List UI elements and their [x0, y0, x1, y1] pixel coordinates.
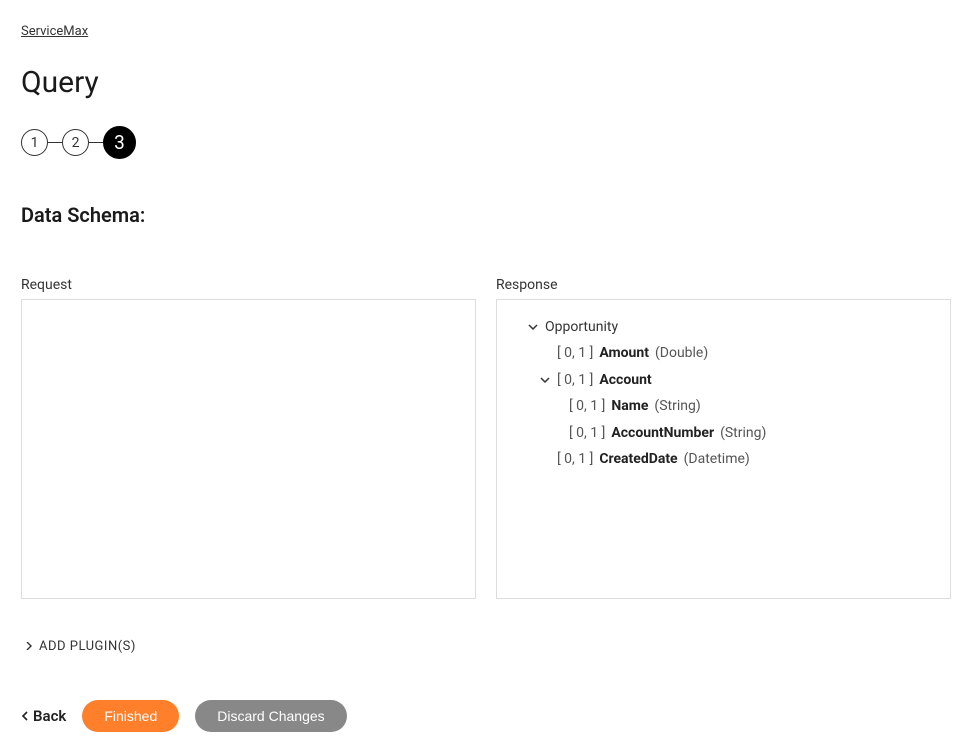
step-1[interactable]: 1 [21, 129, 48, 156]
step-3[interactable]: 3 [103, 126, 136, 159]
field-type: (Double) [655, 342, 708, 364]
field-name: Name [611, 395, 648, 417]
response-label: Response [496, 277, 951, 293]
tree-label: Opportunity [545, 316, 618, 338]
cardinality: [ 0, 1 ] [557, 448, 593, 470]
wizard-steps: 1 2 3 [21, 126, 951, 159]
request-box[interactable] [21, 299, 476, 599]
field-type: (Datetime) [684, 448, 750, 470]
tree-node-amount[interactable]: [ 0, 1 ] Amount (Double) [511, 340, 936, 366]
cardinality: [ 0, 1 ] [569, 422, 605, 444]
response-tree: Opportunity [ 0, 1 ] Amount (Double) [ 0… [511, 314, 936, 472]
back-label: Back [33, 707, 66, 725]
finished-button[interactable]: Finished [82, 700, 179, 732]
response-column: Response Opportunity [ 0, 1 ] Amount (Do… [496, 277, 951, 599]
footer-actions: Back Finished Discard Changes [21, 700, 951, 732]
field-type: (String) [654, 395, 700, 417]
tree-node-account-name[interactable]: [ 0, 1 ] Name (String) [511, 393, 936, 419]
request-label: Request [21, 277, 476, 293]
section-title-data-schema: Data Schema: [21, 203, 951, 227]
tree-node-account[interactable]: [ 0, 1 ] Account [511, 367, 936, 393]
schema-row: Request Response Opportunity [ 0, 1 ] [21, 277, 951, 599]
request-column: Request [21, 277, 476, 599]
cardinality: [ 0, 1 ] [557, 342, 593, 364]
page-root: ServiceMax Query 1 2 3 Data Schema: Requ… [0, 0, 972, 752]
tree-node-account-number[interactable]: [ 0, 1 ] AccountNumber (String) [511, 420, 936, 446]
step-connector [48, 142, 62, 143]
field-name: CreatedDate [599, 448, 677, 470]
chevron-down-icon[interactable] [527, 322, 539, 332]
chevron-left-icon [21, 707, 29, 725]
field-name: Account [599, 369, 651, 391]
add-plugins-label: ADD PLUGIN(S) [39, 639, 136, 654]
field-name: AccountNumber [611, 422, 714, 444]
step-2[interactable]: 2 [62, 129, 89, 156]
cardinality: [ 0, 1 ] [557, 369, 593, 391]
response-box[interactable]: Opportunity [ 0, 1 ] Amount (Double) [ 0… [496, 299, 951, 599]
breadcrumb-servicemax[interactable]: ServiceMax [21, 24, 88, 39]
step-connector [89, 142, 103, 143]
cardinality: [ 0, 1 ] [569, 395, 605, 417]
page-title: Query [21, 65, 951, 100]
field-name: Amount [599, 342, 649, 364]
back-button[interactable]: Back [21, 707, 66, 725]
add-plugins-toggle[interactable]: ADD PLUGIN(S) [21, 639, 951, 654]
tree-node-createddate[interactable]: [ 0, 1 ] CreatedDate (Datetime) [511, 446, 936, 472]
field-type: (String) [720, 422, 766, 444]
tree-node-opportunity[interactable]: Opportunity [511, 314, 936, 340]
chevron-down-icon[interactable] [539, 375, 551, 385]
chevron-right-icon [25, 639, 33, 654]
discard-changes-button[interactable]: Discard Changes [195, 700, 346, 732]
